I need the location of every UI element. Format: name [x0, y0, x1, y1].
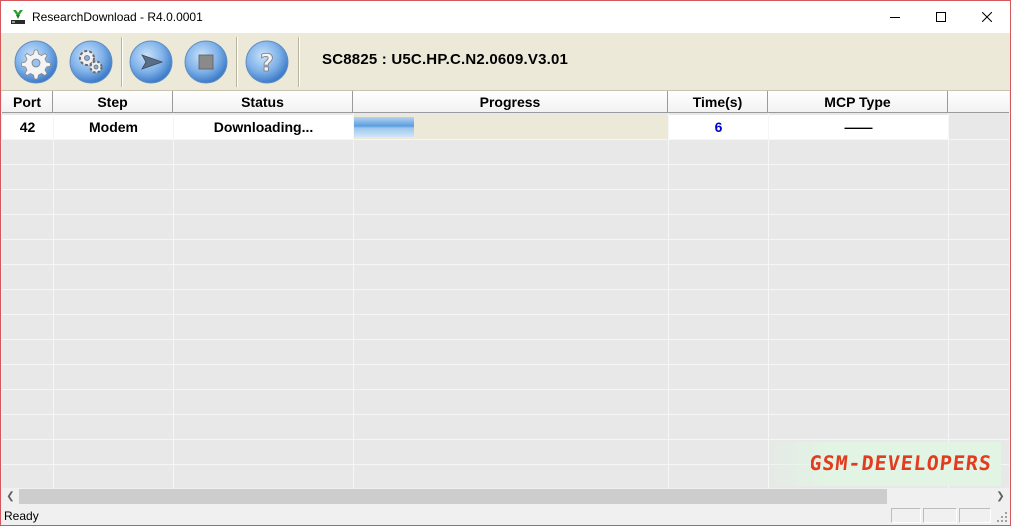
- title-bar: ResearchDownload - R4.0.0001: [1, 1, 1010, 33]
- close-button[interactable]: [964, 1, 1010, 32]
- scrollbar-thumb[interactable]: [19, 489, 887, 504]
- start-download-button[interactable]: [129, 40, 173, 84]
- scroll-right-arrow-icon[interactable]: ❯: [992, 488, 1009, 505]
- status-panel: [891, 508, 921, 523]
- grid-col-line: [53, 113, 54, 488]
- column-header-port[interactable]: Port: [2, 91, 53, 113]
- toolbar-separator: [298, 37, 300, 87]
- play-arrow-icon: [129, 40, 173, 84]
- grid-col-line: [353, 113, 354, 488]
- cell-port: 42: [2, 115, 53, 139]
- settings-button[interactable]: [69, 40, 113, 84]
- resize-grip-icon[interactable]: [996, 511, 1008, 523]
- window-title: ResearchDownload - R4.0.0001: [32, 10, 203, 24]
- gsm-developers-watermark: GSM-DEVELOPERS: [769, 442, 1001, 486]
- application-window: ResearchDownload - R4.0.0001 ? SC8825: …: [0, 0, 1011, 526]
- status-text: Ready: [4, 509, 39, 523]
- grid-row-line: [2, 439, 1009, 440]
- toolbar-separator: [236, 37, 238, 87]
- maximize-icon: [936, 11, 946, 22]
- status-bar: Ready: [1, 506, 1010, 525]
- cell-status: Downloading...: [174, 115, 353, 139]
- grid-row-line: [2, 164, 1009, 165]
- cell-step: Modem: [54, 115, 173, 139]
- svg-text:GSM-DEVELOPERS: GSM-DEVELOPERS: [811, 451, 991, 475]
- grid-row-line: [2, 364, 1009, 365]
- grid-col-line: [173, 113, 174, 488]
- minimize-icon: [890, 16, 900, 18]
- column-header-progress[interactable]: Progress: [353, 91, 668, 113]
- firmware-version-label: SC8825 : U5C.HP.C.N2.0609.V3.01: [322, 51, 569, 68]
- column-header-status[interactable]: Status: [173, 91, 353, 113]
- grid-row-line: [2, 214, 1009, 215]
- svg-text:?: ?: [260, 49, 274, 77]
- stop-download-button[interactable]: [184, 40, 228, 84]
- cell-time: 6: [669, 115, 768, 139]
- maximize-button[interactable]: [918, 1, 964, 32]
- watermark-logo: GSM-DEVELOPERS: [811, 451, 991, 475]
- column-header-time[interactable]: Time(s): [668, 91, 768, 113]
- horizontal-scrollbar[interactable]: ❮ ❯: [2, 488, 1009, 505]
- status-panel: [959, 508, 991, 523]
- grid-row-line: [2, 314, 1009, 315]
- column-header-mcp-type[interactable]: MCP Type: [768, 91, 948, 113]
- cell-mcp-type: ——: [769, 115, 948, 139]
- download-progress-bar: [354, 115, 668, 139]
- gear-icon: [14, 40, 58, 84]
- grid-row-line: [2, 264, 1009, 265]
- grid-row-line: [2, 389, 1009, 390]
- load-packet-button[interactable]: [14, 40, 58, 84]
- help-button[interactable]: ?: [245, 40, 289, 84]
- toolbar: ? SC8825 : U5C.HP.C.N2.0609.V3.01: [1, 33, 1010, 91]
- grid-row-line: [2, 239, 1009, 240]
- grid-row-line: [2, 289, 1009, 290]
- download-port-table: Port Step Status Progress Time(s) MCP Ty…: [2, 91, 1009, 488]
- grid-row-line: [2, 414, 1009, 415]
- scroll-left-arrow-icon[interactable]: ❮: [2, 488, 19, 505]
- minimize-button[interactable]: [872, 1, 918, 32]
- toolbar-separator: [121, 37, 123, 87]
- grid-col-line: [668, 113, 669, 488]
- grid-col-line: [768, 113, 769, 488]
- gears-icon: [69, 40, 113, 84]
- column-header-empty: [948, 91, 1009, 113]
- column-header-step[interactable]: Step: [53, 91, 173, 113]
- grid-row-line: [2, 339, 1009, 340]
- close-icon: [982, 11, 992, 22]
- app-download-icon: [10, 9, 26, 25]
- question-mark-icon: ?: [245, 40, 289, 84]
- grid-col-line: [948, 113, 949, 488]
- status-panel: [923, 508, 957, 523]
- stop-square-icon: [184, 40, 228, 84]
- grid-row-line: [2, 139, 1009, 140]
- grid-row-line: [2, 189, 1009, 190]
- download-progress-fill: [354, 117, 414, 137]
